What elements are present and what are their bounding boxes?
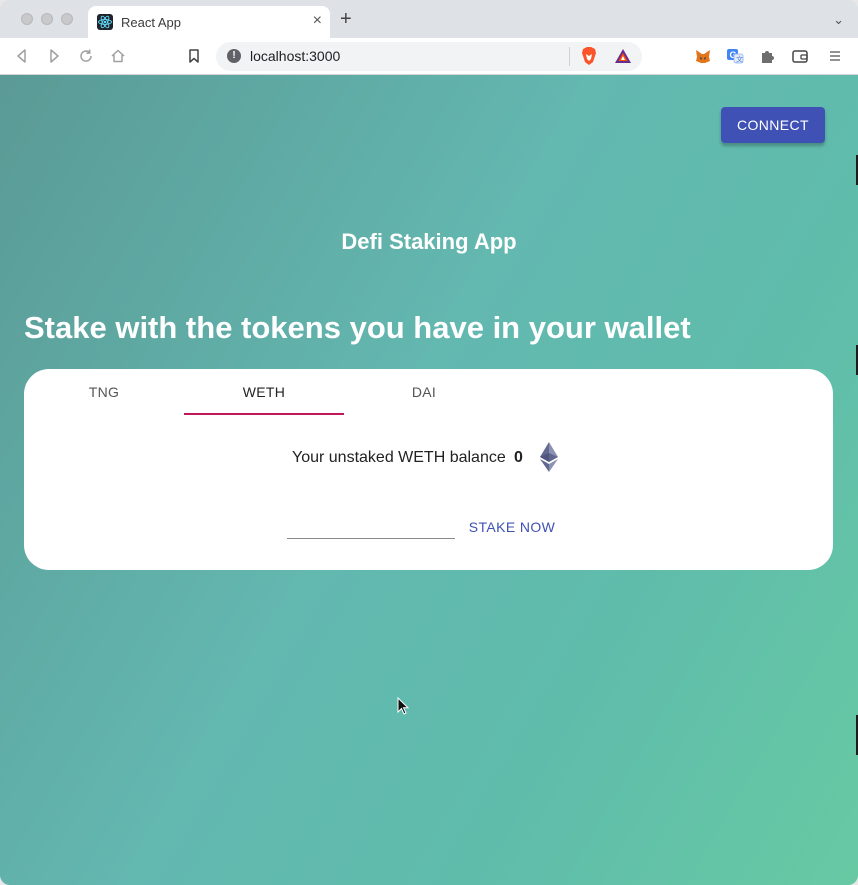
page-headline: Stake with the tokens you have in your w…: [24, 310, 691, 345]
tab-search-icon[interactable]: ⌄: [833, 12, 844, 28]
forward-icon[interactable]: [45, 47, 63, 65]
info-icon[interactable]: !: [227, 49, 241, 63]
app-title: Defi Staking App: [341, 229, 517, 254]
browser-toolbar: ! localhost:3000 G文: [0, 38, 858, 75]
minimize-window-button[interactable]: [41, 13, 53, 25]
balance-label: Your unstaked WETH balance: [292, 449, 506, 466]
new-tab-icon[interactable]: +: [340, 9, 352, 29]
connect-button[interactable]: CONNECT: [721, 107, 825, 143]
tab-title: React App: [121, 15, 181, 30]
stake-amount-input[interactable]: [287, 507, 455, 539]
url-text: localhost:3000: [250, 48, 341, 64]
address-bar-divider: [569, 47, 570, 66]
back-icon[interactable]: [13, 47, 31, 65]
menu-icon[interactable]: [826, 47, 844, 65]
balance-value: 0: [514, 449, 523, 466]
extensions-icon[interactable]: [758, 47, 776, 65]
tab-weth[interactable]: WETH: [184, 369, 344, 415]
zoom-window-button[interactable]: [61, 13, 73, 25]
home-icon[interactable]: [109, 47, 127, 65]
app-page: CONNECT Defi Staking App Stake with the …: [0, 75, 858, 885]
tab-close-icon[interactable]: ×: [313, 12, 322, 30]
browser-tab[interactable]: React App ×: [88, 6, 330, 38]
browser-window: React App × + ⌄ ! localhost:3000 G 文 CON…: [0, 0, 858, 885]
tab-tng[interactable]: TNG: [24, 369, 184, 415]
stake-now-button[interactable]: STAKE NOW: [460, 509, 564, 545]
bookmark-icon[interactable]: [185, 47, 203, 65]
translate-icon[interactable]: G文: [726, 47, 744, 65]
tab-bar: React App × + ⌄: [0, 0, 858, 38]
brave-shield-icon[interactable]: [580, 46, 598, 66]
staking-card: TNG WETH DAI Your unstaked WETH balance …: [24, 369, 833, 570]
ethereum-icon: [539, 441, 559, 473]
close-window-button[interactable]: [21, 13, 33, 25]
bat-rewards-icon[interactable]: [614, 47, 632, 65]
tab-dai[interactable]: DAI: [344, 369, 504, 415]
mouse-cursor-icon: [397, 696, 411, 717]
metamask-icon[interactable]: [694, 47, 712, 65]
react-favicon-icon: [97, 14, 113, 30]
balance-row: Your unstaked WETH balance 0: [24, 439, 833, 475]
active-tab-indicator: [184, 413, 344, 415]
svg-text:文: 文: [736, 55, 743, 64]
reload-icon[interactable]: [77, 47, 95, 65]
wallet-icon[interactable]: [791, 47, 809, 65]
address-bar[interactable]: ! localhost:3000: [216, 42, 642, 71]
